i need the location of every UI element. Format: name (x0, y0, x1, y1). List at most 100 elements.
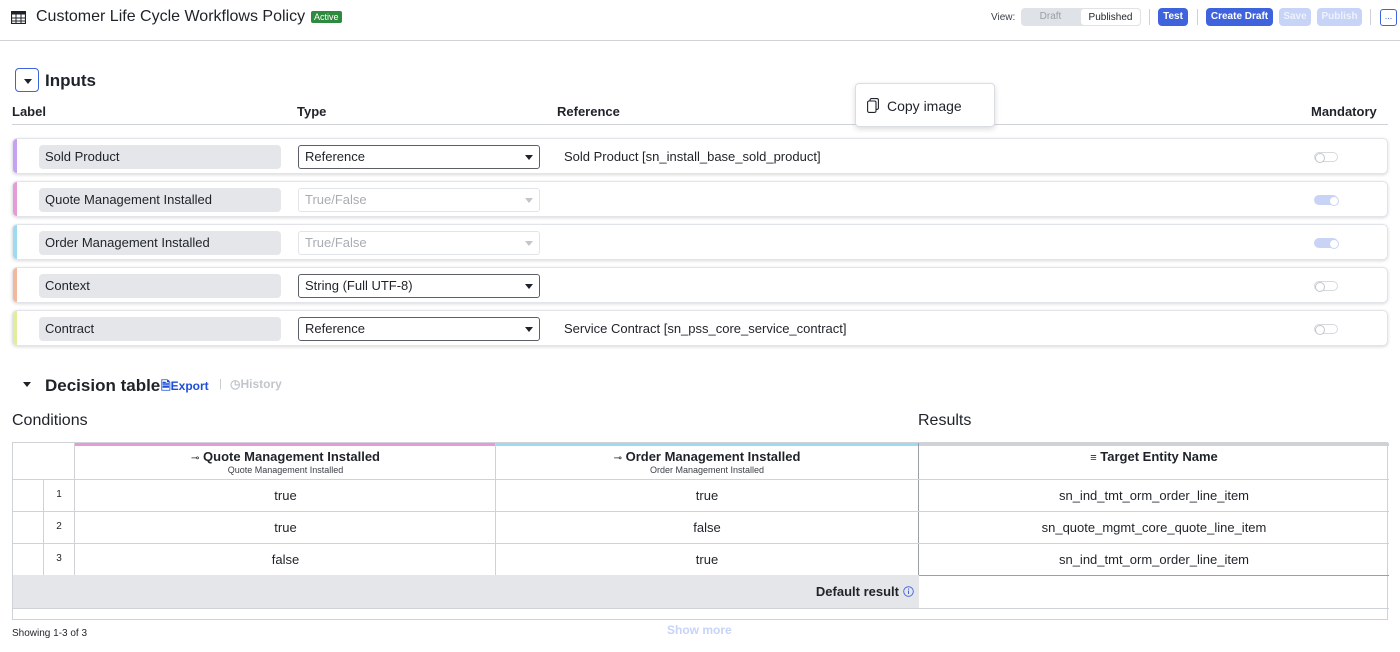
history-link[interactable]: ◷History (230, 377, 282, 391)
input-row: Context String (Full UTF-8) (12, 267, 1388, 303)
create-draft-button[interactable]: Create Draft (1206, 8, 1273, 26)
inputs-title: Inputs (45, 71, 96, 90)
grid-line (13, 543, 1389, 544)
document-icon: 🗎 (161, 379, 171, 393)
condition-accent-2 (496, 443, 918, 446)
more-options-button[interactable]: ... (1380, 9, 1397, 26)
default-result-label: Default result (815, 584, 899, 599)
type-select[interactable]: True/False (298, 231, 540, 255)
label-column-header: Label (12, 104, 46, 119)
publish-button[interactable]: Publish (1317, 8, 1362, 26)
input-row: Quote Management Installed True/False (12, 181, 1388, 217)
save-button[interactable]: Save (1279, 8, 1311, 26)
mandatory-column-header: Mandatory (1311, 104, 1377, 119)
column-subtitle: Order Management Installed (649, 465, 765, 475)
grid-line (13, 479, 1389, 480)
divider (1149, 9, 1150, 25)
row-number: 2 (56, 521, 62, 532)
condition-cell[interactable]: true (75, 520, 496, 535)
inputs-collapse-button[interactable] (15, 68, 39, 92)
result-cell[interactable]: sn_ind_tmt_orm_order_line_item (919, 488, 1389, 503)
type-select[interactable]: True/False (298, 188, 540, 212)
status-badge: Active (311, 11, 342, 23)
grid-line (13, 608, 1389, 609)
condition-cell[interactable]: false (75, 552, 496, 567)
toggle-icon: ⊸ (191, 453, 200, 464)
results-heading: Results (918, 412, 972, 429)
default-result-row: Default result (13, 575, 919, 608)
view-published-option[interactable]: Published (1080, 8, 1141, 26)
input-label-field[interactable]: Contract (39, 317, 281, 341)
input-label-field[interactable]: Order Management Installed (39, 231, 281, 255)
conditions-heading: Conditions (12, 412, 88, 429)
view-label: View: (991, 12, 1016, 23)
input-row: Order Management Installed True/False (12, 224, 1388, 260)
text-icon: ≡ (1090, 452, 1097, 464)
header-bar: Customer Life Cycle Workflows Policy Act… (0, 0, 1400, 41)
history-label: History (240, 377, 282, 391)
table-icon (11, 11, 26, 24)
grid-line (13, 511, 1389, 512)
condition-cell[interactable]: true (496, 488, 918, 503)
copy-image-menu-item[interactable]: Copy image (887, 98, 962, 114)
condition-cell[interactable]: false (496, 520, 918, 535)
mandatory-toggle[interactable] (1314, 152, 1338, 163)
view-toggle: Draft Published (1021, 8, 1141, 26)
result-accent (919, 443, 1389, 446)
header-rule (12, 124, 1388, 125)
result-cell[interactable]: sn_quote_mgmt_core_quote_line_item (919, 520, 1389, 535)
reference-column-header: Reference (557, 104, 620, 119)
row-number: 3 (56, 553, 62, 564)
input-row: Contract Reference Service Contract [sn_ps… (12, 310, 1388, 346)
show-more-button[interactable]: Show more (667, 623, 732, 637)
column-title: Order Management Installed (625, 449, 801, 464)
page-title: Customer Life Cycle Workflows Policy (36, 8, 306, 25)
input-row: Sold Product Reference Sold Product [sn_in… (12, 138, 1388, 174)
result-cell[interactable]: sn_ind_tmt_orm_order_line_item (919, 552, 1389, 567)
info-icon[interactable] (903, 586, 914, 597)
row-accent (13, 182, 17, 216)
type-select[interactable]: Reference (298, 317, 540, 341)
export-label: Export (170, 379, 209, 393)
decision-table-title: Decision table (45, 376, 161, 395)
condition-accent-1 (75, 443, 496, 446)
mandatory-toggle[interactable] (1314, 324, 1338, 335)
row-number: 1 (56, 489, 62, 500)
mandatory-toggle[interactable] (1314, 195, 1339, 206)
input-label-field[interactable]: Context (39, 274, 281, 298)
input-label-field[interactable]: Quote Management Installed (39, 188, 281, 212)
condition-cell[interactable]: true (75, 488, 496, 503)
row-accent (13, 225, 17, 259)
clock-icon: ◷ (230, 377, 241, 391)
view-draft-option[interactable]: Draft (1021, 8, 1080, 26)
mandatory-toggle[interactable] (1314, 281, 1338, 292)
input-label-field[interactable]: Sold Product (39, 145, 281, 169)
divider (1197, 9, 1198, 25)
divider: | (219, 378, 222, 390)
copy-icon (867, 98, 879, 113)
export-link[interactable]: 🗎Export (161, 377, 209, 398)
column-title: Target Entity Name (1100, 449, 1218, 464)
row-accent (13, 139, 17, 173)
column-header-quote[interactable]: ⊸ Quote Management Installed (75, 449, 496, 464)
divider (1370, 9, 1371, 25)
type-column-header: Type (297, 104, 327, 119)
pagination-summary: Showing 1-3 of 3 (12, 628, 88, 639)
row-accent (13, 311, 17, 345)
row-accent (13, 268, 17, 302)
column-subtitle: Quote Management Installed (227, 465, 344, 475)
decision-table-grid: ⊸ Quote Management Installed Quote Manag… (12, 442, 1389, 620)
test-button[interactable]: Test (1158, 8, 1188, 26)
type-select[interactable]: String (Full UTF-8) (298, 274, 540, 298)
reference-text: Service Contract [sn_pss_core_service_co… (564, 321, 847, 336)
condition-cell[interactable]: true (496, 552, 918, 567)
toggle-icon: ⊸ (613, 453, 622, 464)
decision-table-collapse-icon[interactable] (23, 382, 31, 387)
mandatory-toggle[interactable] (1314, 238, 1339, 249)
type-select[interactable]: Reference (298, 145, 540, 169)
column-header-result[interactable]: ≡ Target Entity Name (919, 449, 1389, 464)
context-menu: Copy image (855, 83, 995, 127)
column-title: Quote Management Installed (203, 449, 380, 464)
reference-text: Sold Product [sn_install_base_sold_produ… (564, 149, 821, 164)
column-header-order[interactable]: ⊸ Order Management Installed (496, 449, 918, 464)
